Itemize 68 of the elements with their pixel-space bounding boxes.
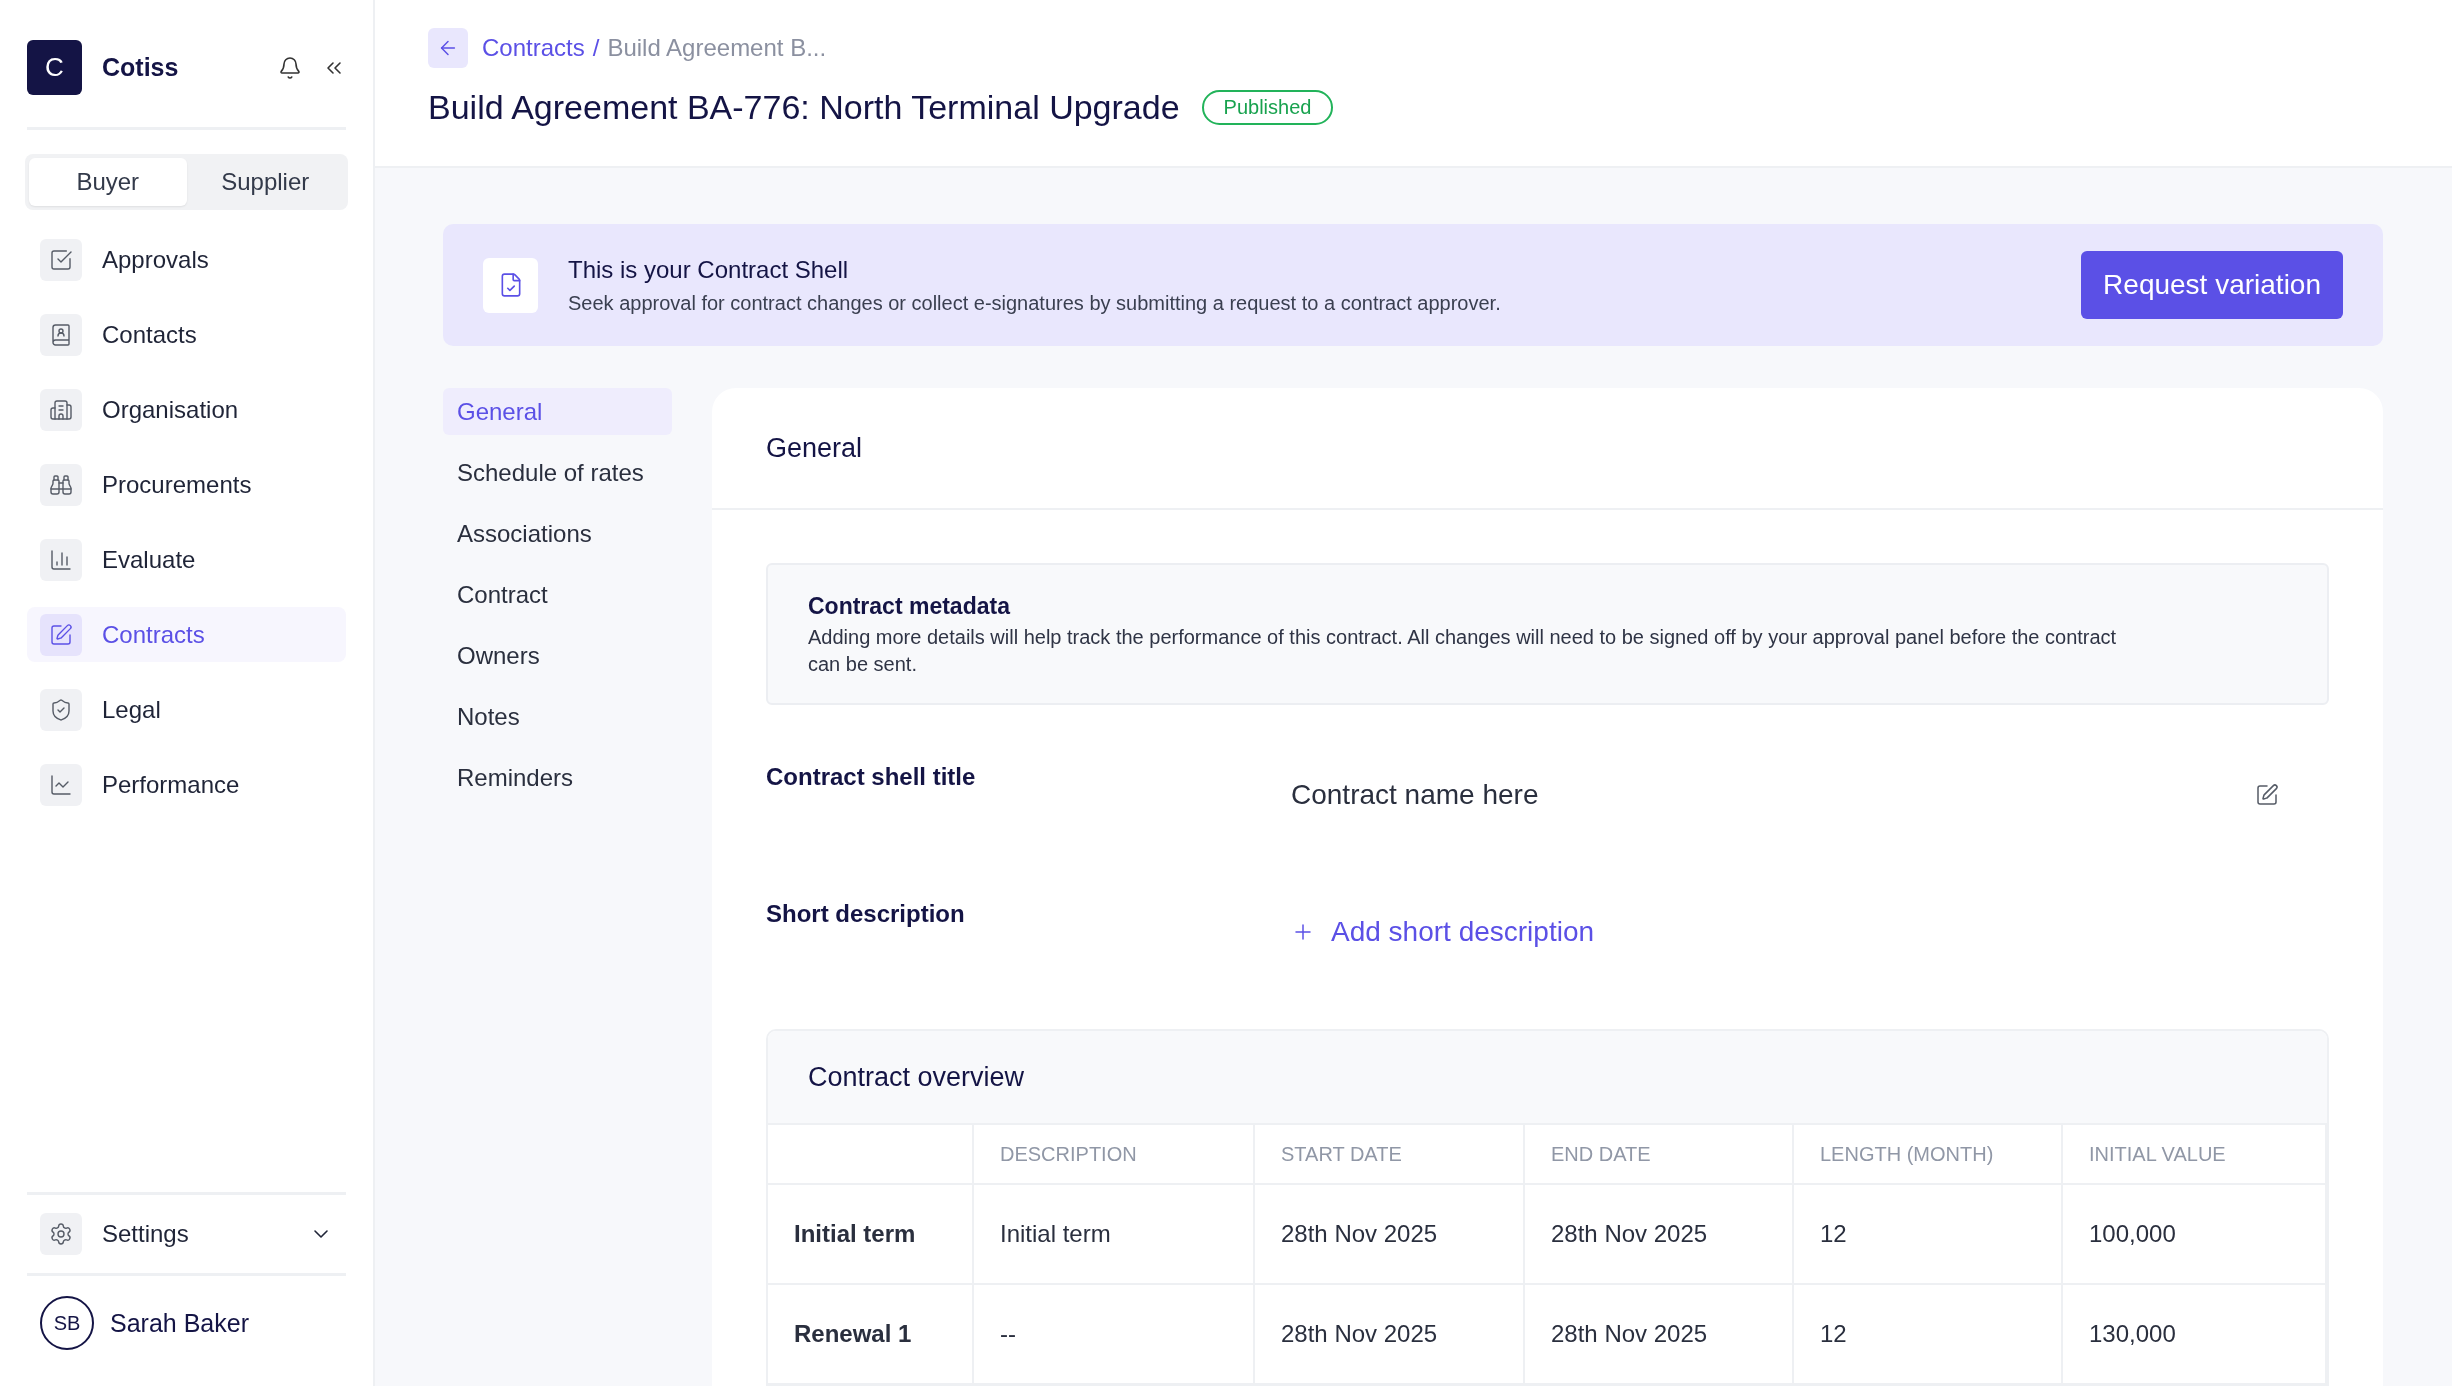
field-label: Contract shell title xyxy=(766,763,977,792)
column-header: END DATE xyxy=(1525,1125,1794,1185)
table-cell: 12 xyxy=(1794,1285,2063,1385)
pen-square-icon xyxy=(40,613,82,656)
table-cell: 130,000 xyxy=(2063,1285,2327,1385)
breadcrumb-separator: / xyxy=(592,34,600,62)
metadata-text: Adding more details will help track the performance of this contract. All changes will need to be signed off by your approval panel before the contract can be sent. xyxy=(808,625,2118,677)
table-cell: 12 xyxy=(1794,1185,2063,1285)
page-title: Build Agreement BA-776: North Terminal Upgrade xyxy=(428,88,1180,127)
nav-item[interactable]: Contacts xyxy=(27,307,346,362)
settings-icon xyxy=(40,1213,82,1255)
table-cell: Initial term xyxy=(974,1185,1255,1285)
building-icon xyxy=(40,388,82,431)
section-nav-item[interactable]: Schedule of rates xyxy=(443,449,672,496)
field-label: Short description xyxy=(766,900,966,929)
table-cell: 28th Nov 2025 xyxy=(1255,1185,1525,1285)
nav-item[interactable]: Evaluate xyxy=(27,532,346,587)
row-label: Initial term xyxy=(768,1185,974,1285)
line-chart-icon xyxy=(40,763,82,806)
check-square-icon xyxy=(40,238,82,281)
section-nav-item[interactable]: Notes xyxy=(443,693,672,740)
section-nav-item[interactable]: Owners xyxy=(443,632,672,679)
edit-icon[interactable] xyxy=(2255,783,2279,807)
table-cell: 28th Nov 2025 xyxy=(1525,1185,1794,1285)
breadcrumb-link[interactable]: Contracts xyxy=(482,34,585,62)
section-nav-item[interactable]: Associations xyxy=(443,510,672,557)
bell-icon[interactable] xyxy=(278,55,302,80)
document-check-icon xyxy=(483,257,538,313)
role-tab[interactable]: Buyer xyxy=(29,158,187,206)
request-variation-button[interactable]: Request variation xyxy=(2081,251,2343,319)
section-nav-item[interactable]: Contract xyxy=(443,571,672,618)
bar-chart-icon xyxy=(40,538,82,581)
section-nav-item[interactable]: Reminders xyxy=(443,754,672,801)
nav-item[interactable]: Approvals xyxy=(27,232,346,287)
banner-text: Seek approval for contract changes or collect e-signatures by submitting a request to a contract approver. xyxy=(568,291,1502,315)
user-avatar: SB xyxy=(40,1296,94,1350)
metadata-title: Contract metadata xyxy=(808,593,1012,620)
nav-item[interactable]: Performance xyxy=(27,757,346,812)
banner-title: This is your Contract Shell xyxy=(568,255,850,284)
table-cell: 100,000 xyxy=(2063,1185,2327,1285)
row-label: Renewal 1 xyxy=(768,1285,974,1385)
shield-check-icon xyxy=(40,688,82,731)
overview-title: Contract overview xyxy=(768,1031,2327,1125)
role-tab[interactable]: Supplier xyxy=(186,158,344,206)
field-value: Contract name here xyxy=(1291,779,1539,811)
table-cell: 28th Nov 2025 xyxy=(1255,1285,1525,1385)
nav-item[interactable]: Legal xyxy=(27,682,346,737)
table-cell: -- xyxy=(974,1285,1255,1385)
section-nav-item[interactable]: General xyxy=(443,388,672,435)
back-button[interactable] xyxy=(428,28,468,68)
add-description-link[interactable]: Add short description xyxy=(1291,916,1595,948)
card-title: General xyxy=(712,388,2383,510)
nav-item[interactable]: Procurements xyxy=(27,457,346,512)
breadcrumb-current: Build Agreement B... xyxy=(607,34,827,62)
column-header: INITIAL VALUE xyxy=(2063,1125,2327,1185)
table-cell: 28th Nov 2025 xyxy=(1525,1285,1794,1385)
column-header: LENGTH (MONTH) xyxy=(1794,1125,2063,1185)
nav-item[interactable]: Organisation xyxy=(27,382,346,437)
logo-mark: C xyxy=(27,40,82,95)
column-header: DESCRIPTION xyxy=(974,1125,1255,1185)
nav-item[interactable]: Contracts xyxy=(27,607,346,662)
status-badge: Published xyxy=(1201,90,1334,125)
binoculars-icon xyxy=(40,463,82,506)
column-header: START DATE xyxy=(1255,1125,1525,1185)
logo-name: Cotiss xyxy=(102,53,180,82)
user-name: Sarah Baker xyxy=(110,1308,249,1338)
settings-item[interactable]: Settings xyxy=(27,1192,346,1276)
contact-book-icon xyxy=(40,313,82,356)
